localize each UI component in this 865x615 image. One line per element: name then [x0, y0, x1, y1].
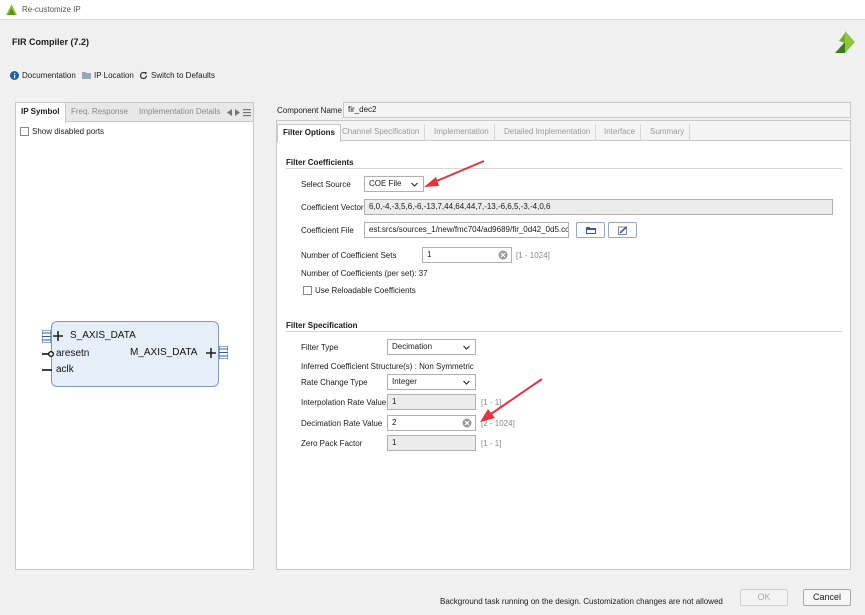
- xilinx-brand-icon: [835, 31, 855, 53]
- component-name-label: Component Name: [277, 106, 342, 115]
- window-title: Re-customize IP: [22, 5, 81, 14]
- left-panel: IP Symbol Freq. Response Implementation …: [15, 102, 254, 570]
- aclk-port: aclk: [56, 364, 74, 375]
- config-tabstrip: Filter Options Channel Specification Imp…: [277, 121, 850, 142]
- right-panel: Filter Options Channel Specification Imp…: [276, 120, 851, 570]
- tab-filter-options[interactable]: Filter Options: [277, 124, 341, 142]
- aresetn-port-icon: [42, 351, 54, 357]
- tab-detailed-implementation[interactable]: Detailed Implementation: [499, 124, 597, 141]
- zero-pack-factor-range: [1 - 1]: [481, 439, 502, 448]
- num-coefficient-sets-field[interactable]: 1: [422, 247, 512, 263]
- num-coefficient-sets-label: Number of Coefficient Sets: [301, 251, 397, 260]
- status-message: Background task running on the design. C…: [440, 597, 723, 606]
- tab-scroll-right-icon[interactable]: [235, 109, 240, 116]
- browse-file-button[interactable]: [576, 222, 605, 238]
- zero-pack-factor-field[interactable]: 1: [387, 435, 476, 451]
- select-source-value: COE File: [369, 179, 402, 188]
- filter-coefficients-heading: Filter Coefficients: [286, 158, 354, 167]
- interpolation-rate-range: [1 - 1]: [481, 398, 502, 407]
- tab-implementation[interactable]: Implementation: [429, 124, 495, 141]
- edit-file-button[interactable]: [608, 222, 637, 238]
- component-name-field[interactable]: fir_dec2: [343, 102, 851, 118]
- decimation-rate-label: Decimation Rate Value: [301, 419, 383, 428]
- filter-type-label: Filter Type: [301, 343, 339, 352]
- filter-specification-heading: Filter Specification: [286, 321, 358, 330]
- rate-change-type-value: Integer: [392, 377, 417, 386]
- folder-icon: [82, 71, 91, 79]
- show-disabled-ports-label: Show disabled ports: [32, 127, 105, 136]
- filter-type-dropdown[interactable]: Decimation: [387, 339, 476, 355]
- left-tabstrip: IP Symbol Freq. Response Implementation …: [16, 103, 253, 123]
- coefficient-file-field[interactable]: est.srcs/sources_1/new/fmc704/ad9689/fir…: [364, 222, 569, 238]
- aclk-port-icon: [42, 369, 52, 371]
- m-axis-data-port: M_AXIS_DATA: [130, 347, 198, 358]
- ip-location-button[interactable]: IP Location: [82, 69, 134, 81]
- coefficient-file-label: Coefficient File: [301, 226, 354, 235]
- decimation-rate-field[interactable]: 2: [387, 415, 476, 431]
- decimation-rate-value: 2: [392, 418, 397, 427]
- folder-open-icon: [586, 227, 596, 234]
- tab-channel-specification[interactable]: Channel Specification: [337, 124, 426, 141]
- cancel-button[interactable]: Cancel: [803, 589, 851, 606]
- num-coefficient-sets-range: [1 - 1024]: [516, 251, 550, 260]
- ok-button[interactable]: OK: [740, 589, 788, 606]
- documentation-link[interactable]: Documentation: [10, 69, 76, 81]
- window-titlebar: Re-customize IP: [0, 0, 865, 20]
- clear-icon[interactable]: [462, 418, 472, 428]
- documentation-label: Documentation: [22, 70, 76, 80]
- reloadable-coefficients-row[interactable]: Use Reloadable Coefficients: [303, 286, 416, 295]
- reloadable-coefficients-label: Use Reloadable Coefficients: [315, 286, 416, 295]
- coefficient-vector-field[interactable]: 6,0,-4,-3,5,6,-6,-13,7,44,64,44,7,-13,-6…: [364, 199, 833, 215]
- edit-icon: [618, 226, 628, 235]
- rate-change-type-dropdown[interactable]: Integer: [387, 374, 476, 390]
- rate-change-type-label: Rate Change Type: [301, 378, 368, 387]
- xilinx-logo-icon: [6, 4, 17, 15]
- aresetn-port: aresetn: [56, 348, 90, 359]
- interpolation-rate-label: Interpolation Rate Value: [301, 398, 387, 407]
- m-axis-expand-icon[interactable]: [206, 348, 216, 358]
- tab-implementation-details[interactable]: Implementation Details: [134, 103, 225, 122]
- reloadable-coefficients-checkbox[interactable]: [303, 286, 312, 295]
- show-disabled-ports-checkbox[interactable]: [20, 127, 29, 136]
- interpolation-rate-field[interactable]: 1: [387, 394, 476, 410]
- section-divider: [286, 331, 842, 332]
- s-axis-expand-icon[interactable]: [53, 331, 63, 341]
- ip-location-label: IP Location: [94, 70, 134, 80]
- inferred-structure-text: Inferred Coefficient Structure(s) : Non …: [301, 362, 474, 371]
- select-source-label: Select Source: [301, 180, 351, 189]
- switch-defaults-label: Switch to Defaults: [151, 70, 216, 80]
- zero-pack-factor-label: Zero Pack Factor: [301, 439, 363, 448]
- tab-menu-icon[interactable]: [243, 108, 251, 117]
- chevron-down-icon: [463, 345, 470, 350]
- tab-interface[interactable]: Interface: [599, 124, 642, 141]
- num-coefficient-sets-value: 1: [427, 250, 432, 259]
- s-axis-data-port: S_AXIS_DATA: [70, 330, 136, 341]
- s-axis-bus-icon: [42, 330, 51, 343]
- select-source-dropdown[interactable]: COE File: [364, 176, 424, 192]
- show-disabled-ports-row[interactable]: Show disabled ports: [20, 127, 104, 136]
- refresh-icon: [139, 71, 148, 79]
- info-icon: [10, 70, 19, 80]
- chevron-down-icon: [411, 182, 418, 187]
- dialog-title: FIR Compiler (7.2): [12, 37, 90, 47]
- filter-type-value: Decimation: [392, 342, 433, 351]
- tab-freq-response[interactable]: Freq. Response: [66, 103, 133, 122]
- decimation-rate-range: [2 - 1024]: [481, 419, 515, 428]
- tab-ip-symbol[interactable]: IP Symbol: [16, 103, 66, 123]
- m-axis-bus-icon: [219, 346, 228, 359]
- clear-icon[interactable]: [498, 250, 508, 260]
- num-coefficients-text: Number of Coefficients (per set): 37: [301, 269, 428, 278]
- tab-scroll-left-icon[interactable]: [227, 109, 232, 116]
- coefficient-vector-label: Coefficient Vector: [301, 203, 364, 212]
- tab-summary[interactable]: Summary: [645, 124, 691, 141]
- switch-defaults-button[interactable]: Switch to Defaults: [139, 69, 215, 81]
- chevron-down-icon: [463, 380, 470, 385]
- section-divider: [286, 168, 842, 169]
